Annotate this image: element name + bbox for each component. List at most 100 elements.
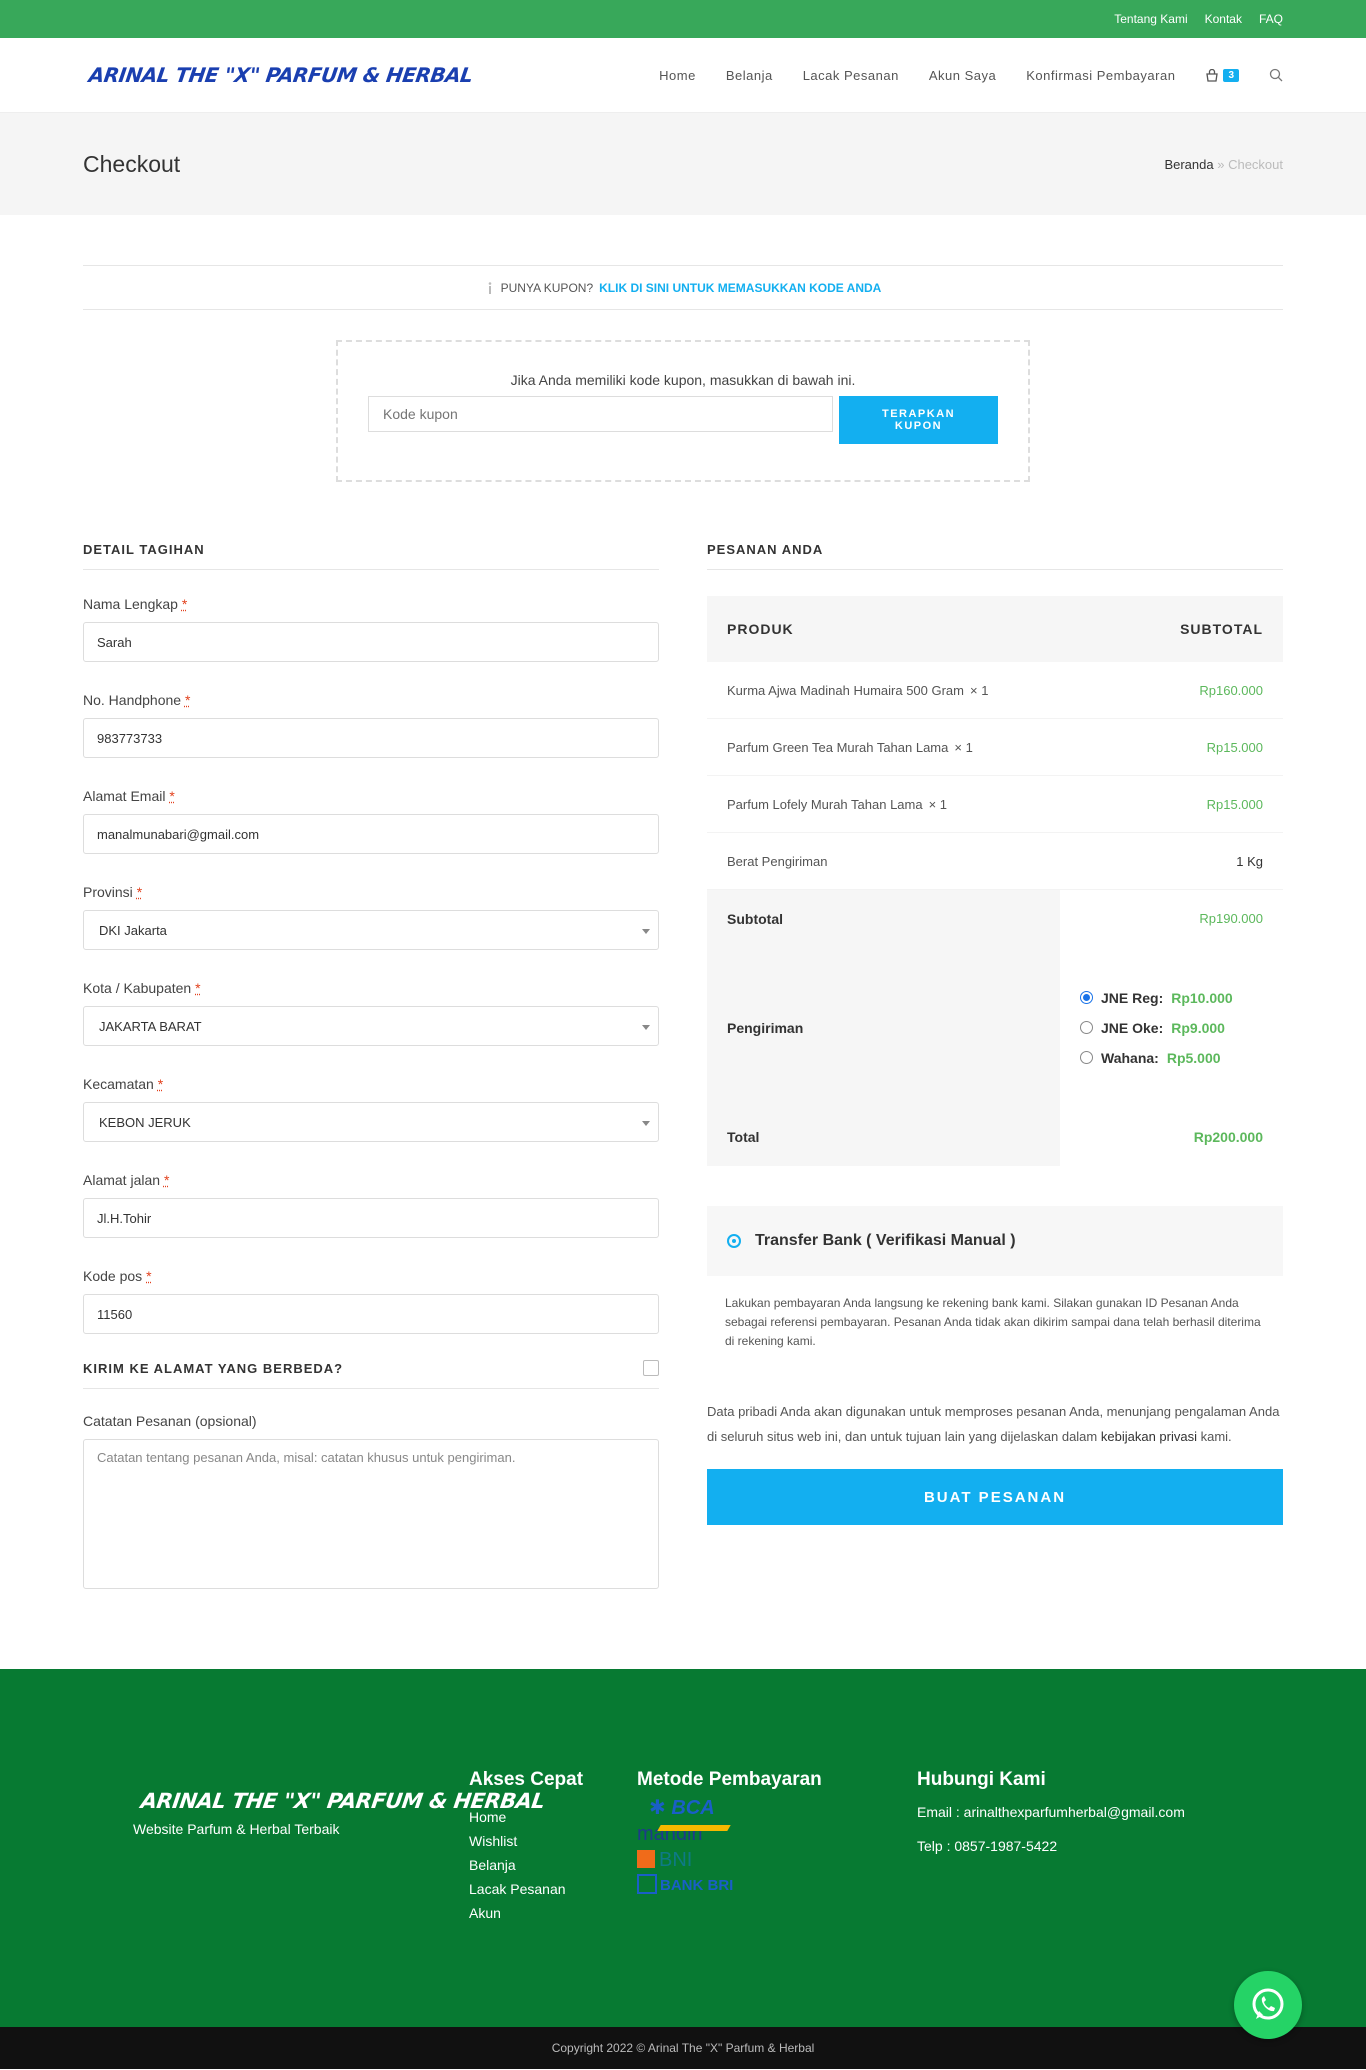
site-header: ARINAL THE "X" PARFUM & HERBAL Home Bela… [0, 38, 1366, 113]
field-postcode: Kode pos * 11560 [83, 1268, 659, 1334]
email-input[interactable]: manalmunabari@gmail.com [83, 814, 659, 854]
subtotal-row: Subtotal Rp190.000 [707, 890, 1283, 947]
order-review: PESANAN ANDA PRODUK SUBTOTAL Kurma Ajwa … [707, 542, 1283, 1589]
apply-coupon-label-2: KUPON [894, 420, 943, 432]
province-select[interactable]: DKI Jakarta [83, 910, 659, 950]
city-select[interactable]: JAKARTA BARAT [83, 1006, 659, 1046]
search-icon[interactable] [1269, 68, 1283, 82]
billing-title: DETAIL TAGIHAN [83, 542, 659, 570]
breadcrumb-current: Checkout [1228, 156, 1283, 172]
apply-coupon-label-1: TERAPKAN [881, 408, 956, 420]
cart-button[interactable]: 3 [1205, 68, 1239, 82]
contact-phone: Telp : 0857-1987-5422 [917, 1838, 1058, 1854]
radio-selected[interactable] [1080, 991, 1093, 1004]
nav-my-account[interactable]: Akun Saya [929, 68, 996, 83]
subtotal-label: Subtotal [707, 890, 1060, 947]
apply-coupon-button[interactable]: TERAPKAN KUPON [839, 396, 998, 444]
coupon-notice: PUNYA KUPON? KLIK DI SINI UNTUK MEMASUKK… [83, 265, 1283, 310]
shipping-option-jne-oke[interactable]: JNE Oke: Rp9.000 [1080, 1020, 1263, 1036]
subtotal-value: Rp190.000 [1199, 911, 1263, 926]
checkout-columns: DETAIL TAGIHAN Nama Lengkap * Sarah No. … [83, 542, 1283, 1589]
field-label: Nama Lengkap * [83, 596, 188, 612]
shopping-bag-icon [1206, 68, 1219, 82]
payment-method-bank-transfer[interactable]: Transfer Bank ( Verifikasi Manual ) [707, 1206, 1283, 1276]
order-notes-label: Catatan Pesanan (opsional) [83, 1413, 257, 1429]
order-table: PRODUK SUBTOTAL Kurma Ajwa Madinah Humai… [707, 596, 1283, 1166]
order-table-header: PRODUK SUBTOTAL [707, 596, 1283, 662]
coupon-row: TERAPKANKUPON [368, 396, 998, 444]
nav-home[interactable]: Home [659, 68, 696, 83]
street-input[interactable]: Jl.H.Tohir [83, 1198, 659, 1238]
page-title: Checkout [83, 150, 181, 177]
place-order-button[interactable]: BUAT PESANAN [707, 1469, 1283, 1525]
footer-link-home[interactable]: Home [469, 1805, 583, 1829]
payment-description: Lakukan pembayaran Anda langsung ke reke… [725, 1296, 1261, 1348]
field-street: Alamat jalan * Jl.H.Tohir [83, 1172, 659, 1238]
whatsapp-button[interactable] [1234, 1971, 1302, 2039]
top-bar: Tentang Kami Kontak FAQ [0, 0, 1366, 38]
field-full-name: Nama Lengkap * Sarah [83, 596, 659, 662]
field-label: Alamat jalan * [83, 1172, 170, 1188]
ship-different-checkbox[interactable] [643, 1360, 659, 1376]
topbar-link-about[interactable]: Tentang Kami [1114, 12, 1187, 26]
footer-link-shop[interactable]: Belanja [469, 1853, 583, 1877]
table-row: Kurma Ajwa Madinah Humaira 500 Gram × 1 R… [707, 662, 1283, 719]
item-price: Rp15.000 [1206, 796, 1263, 812]
coupon-toggle-link[interactable]: KLIK DI SINI UNTUK MEMASUKKAN KODE ANDA [599, 281, 881, 295]
item-name: Parfum Lofely Murah Tahan Lama × 1 [727, 796, 948, 812]
ship-to-different-address: KIRIM KE ALAMAT YANG BERBEDA? [83, 1360, 659, 1389]
contact-title: Hubungi Kami [917, 1769, 1046, 1790]
topbar-link-faq[interactable]: FAQ [1259, 12, 1283, 26]
payment-methods-title: Metode Pembayaran [637, 1769, 822, 1790]
field-label: Alamat Email * [83, 788, 175, 804]
footer-link-track-order[interactable]: Lacak Pesanan [469, 1877, 583, 1901]
item-name: Kurma Ajwa Madinah Humaira 500 Gram × 1 [727, 682, 989, 698]
weight-row: Berat Pengiriman 1 Kg [707, 833, 1283, 890]
coupon-instructions: Jika Anda memiliki kode kupon, masukkan … [510, 372, 856, 388]
col-product: PRODUK [727, 621, 794, 637]
coupon-question: PUNYA KUPON? [500, 280, 594, 295]
billing-details: DETAIL TAGIHAN Nama Lengkap * Sarah No. … [83, 542, 659, 1589]
field-label: Kota / Kabupaten * [83, 980, 201, 996]
field-district: Kecamatan * KEBON JERUK [83, 1076, 659, 1142]
page-header: Checkout Beranda » Checkout [0, 113, 1366, 215]
table-row: Parfum Lofely Murah Tahan Lama × 1 Rp15.0… [707, 776, 1283, 833]
shipping-option-jne-reg[interactable]: JNE Reg: Rp10.000 [1080, 990, 1263, 1006]
footer-link-wishlist[interactable]: Wishlist [469, 1829, 583, 1853]
radio[interactable] [1080, 1021, 1093, 1034]
phone-input[interactable]: 983773733 [83, 718, 659, 758]
field-label: No. Handphone * [83, 692, 191, 708]
shipping-option-wahana[interactable]: Wahana: Rp5.000 [1080, 1050, 1263, 1066]
chevron-down-icon [642, 1121, 650, 1126]
field-province: Provinsi * DKI Jakarta [83, 884, 659, 950]
shipping-label: Pengiriman [707, 947, 1060, 1108]
order-notes-textarea[interactable]: Catatan tentang pesanan Anda, misal: cat… [83, 1439, 659, 1589]
coupon-form: Jika Anda memiliki kode kupon, masukkan … [336, 340, 1030, 482]
mandiri-logo: mandiri [637, 1821, 822, 1847]
payment-radio-selected[interactable] [727, 1234, 741, 1248]
topbar-link-contact[interactable]: Kontak [1205, 12, 1242, 26]
whatsapp-icon [1252, 1988, 1284, 2020]
breadcrumb-home[interactable]: Beranda [1164, 157, 1213, 172]
field-city: Kota / Kabupaten * JAKARTA BARAT [83, 980, 659, 1046]
nav-track-order[interactable]: Lacak Pesanan [803, 68, 899, 83]
full-name-input[interactable]: Sarah [83, 622, 659, 662]
weight-label: Berat Pengiriman [727, 853, 828, 869]
copyright-text: Copyright 2022 © Arinal The "X" Parfum &… [551, 2041, 815, 2055]
shipping-options: JNE Reg: Rp10.000 JNE Oke: Rp9.000 Wahana:… [1060, 947, 1283, 1108]
nav-payment-confirmation[interactable]: Konfirmasi Pembayaran [1026, 68, 1175, 83]
field-label: Kecamatan * [83, 1076, 164, 1092]
col-subtotal: SUBTOTAL [1180, 621, 1263, 637]
postcode-input[interactable]: 11560 [83, 1294, 659, 1334]
item-price: Rp15.000 [1206, 739, 1263, 755]
nav-shop[interactable]: Belanja [726, 68, 773, 83]
item-price: Rp160.000 [1199, 682, 1263, 698]
coupon-code-input[interactable] [368, 396, 834, 432]
district-select[interactable]: KEBON JERUK [83, 1102, 659, 1142]
radio[interactable] [1080, 1051, 1093, 1064]
footer-link-account[interactable]: Akun [469, 1901, 583, 1925]
privacy-policy-link[interactable]: kebijakan privasi [1101, 1429, 1197, 1444]
chevron-down-icon [642, 929, 650, 934]
site-logo[interactable]: ARINAL THE "X" PARFUM & HERBAL [81, 63, 474, 87]
info-icon [488, 281, 491, 294]
